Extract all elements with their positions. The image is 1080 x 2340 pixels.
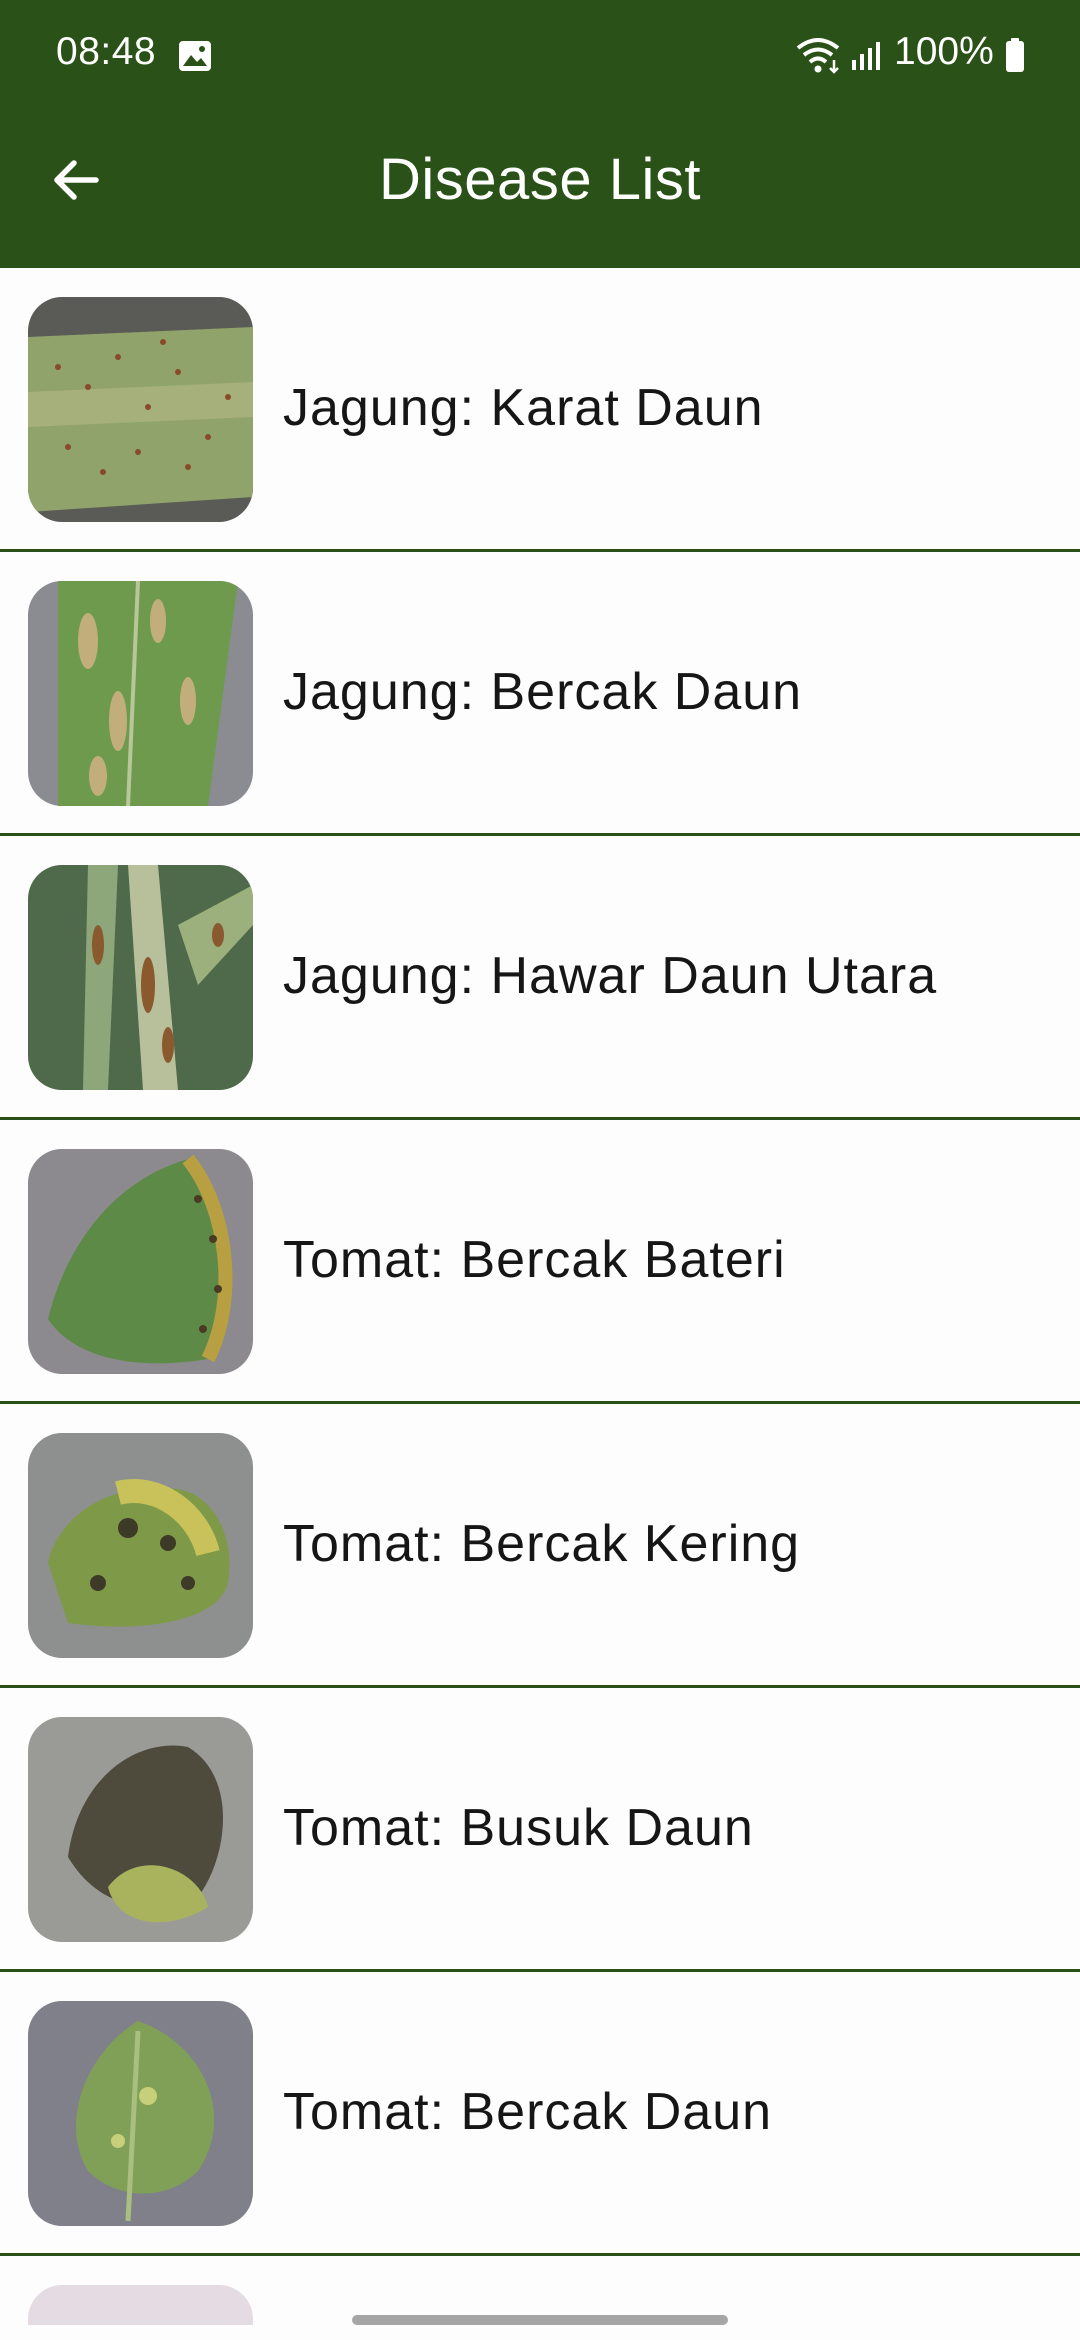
disease-list: Jagung: Karat Daun Jagung: Bercak Daun J…: [0, 268, 1080, 2256]
disease-name: Jagung: Hawar Daun Utara: [283, 947, 938, 1005]
disease-name: Tomat: Bercak Bateri: [283, 1231, 786, 1289]
status-time: 08:48: [56, 30, 157, 73]
gallery-icon: [178, 40, 212, 72]
disease-thumbnail: [28, 2001, 253, 2226]
disease-name: Tomat: Bercak Daun: [283, 2083, 773, 2141]
list-item[interactable]: Tomat: Bercak Daun: [0, 1972, 1080, 2256]
battery-icon: [1006, 38, 1024, 72]
disease-thumbnail: [28, 297, 253, 522]
list-item[interactable]: Tomat: Bercak Bateri: [0, 1120, 1080, 1404]
disease-name: Jagung: Karat Daun: [283, 379, 764, 437]
battery-percentage: 100%: [894, 30, 994, 73]
list-item[interactable]: Tomat: Bercak Kering: [0, 1404, 1080, 1688]
home-indicator[interactable]: [352, 2315, 728, 2325]
next-item-peek: [28, 2285, 253, 2325]
disease-thumbnail: [28, 865, 253, 1090]
list-item[interactable]: Tomat: Busuk Daun: [0, 1688, 1080, 1972]
app-bar: 08:48 100% Disease List: [0, 0, 1080, 268]
disease-thumbnail: [28, 581, 253, 806]
disease-thumbnail: [28, 1433, 253, 1658]
disease-name: Jagung: Bercak Daun: [283, 663, 803, 721]
list-item[interactable]: Jagung: Hawar Daun Utara: [0, 836, 1080, 1120]
disease-thumbnail: [28, 1149, 253, 1374]
page-title: Disease List: [379, 147, 701, 212]
list-item[interactable]: Jagung: Bercak Daun: [0, 552, 1080, 836]
list-item[interactable]: Jagung: Karat Daun: [0, 268, 1080, 552]
signal-icon: [850, 40, 884, 72]
disease-name: Tomat: Bercak Kering: [283, 1515, 801, 1573]
disease-name: Tomat: Busuk Daun: [283, 1799, 754, 1857]
wifi-icon: [796, 36, 844, 74]
disease-list-screen: 08:48 100% Disease List Jagung: Karat Da…: [0, 0, 1080, 2340]
disease-thumbnail: [28, 1717, 253, 1942]
status-bar: 08:48 100%: [0, 0, 1080, 115]
